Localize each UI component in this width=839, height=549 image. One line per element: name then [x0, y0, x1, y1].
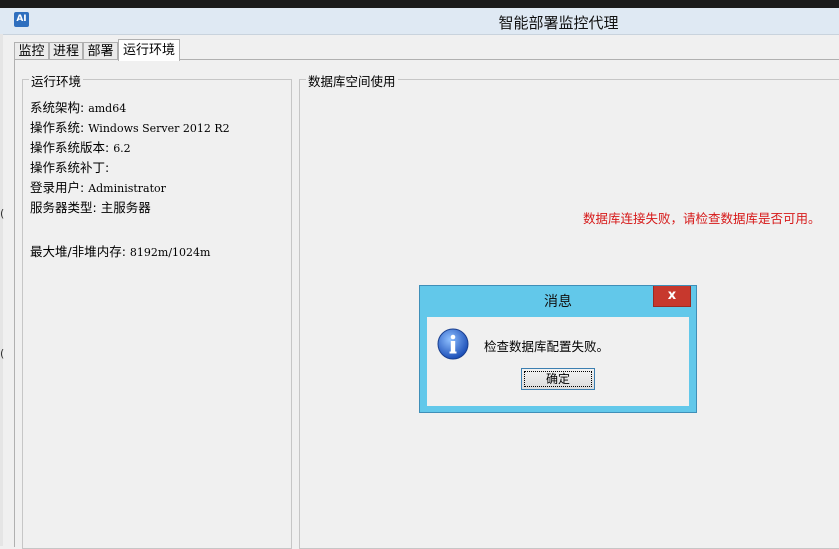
info-os-patch: 操作系统补丁:: [30, 160, 110, 175]
runtime-group: 运行环境 系统架构: amd64 操作系统: Windows Server 20…: [22, 71, 292, 549]
info-memory: 最大堆/非堆内存: 8192m/1024m: [30, 244, 211, 259]
info-os: 操作系统: Windows Server 2012 R2: [30, 120, 230, 135]
db-error-message: 数据库连接失败，请检查数据库是否可用。: [583, 211, 821, 226]
background-text-fragment: (: [0, 347, 5, 360]
db-space-group-title: 数据库空间使用: [306, 71, 398, 90]
ok-button[interactable]: 确定: [521, 368, 595, 390]
tab-monitor[interactable]: 监控: [14, 42, 49, 60]
dialog-message: 检查数据库配置失败。: [484, 339, 610, 354]
runtime-group-title: 运行环境: [29, 71, 84, 90]
dialog-body: 检查数据库配置失败。 确定: [427, 317, 689, 406]
info-login-user: 登录用户: Administrator: [30, 180, 166, 195]
dialog-close-button[interactable]: x: [653, 286, 691, 307]
info-server-type: 服务器类型: 主服务器: [30, 200, 151, 215]
background-window-edge: [0, 34, 3, 546]
message-dialog[interactable]: 消息 x 检查数据库配置失败。 确定: [419, 285, 697, 413]
tab-runtime[interactable]: 运行环境: [118, 39, 180, 61]
info-arch: 系统架构: amd64: [30, 100, 127, 115]
tab-process[interactable]: 进程: [49, 42, 83, 60]
tab-deploy[interactable]: 部署: [83, 42, 118, 60]
info-icon: [437, 328, 469, 360]
background-text-fragment: (: [0, 207, 5, 220]
info-os-version: 操作系统版本: 6.2: [30, 140, 131, 155]
title-bar[interactable]: AI 智能部署监控代理: [0, 8, 839, 35]
window-title: 智能部署监控代理: [498, 14, 619, 32]
top-strip: [0, 0, 839, 8]
